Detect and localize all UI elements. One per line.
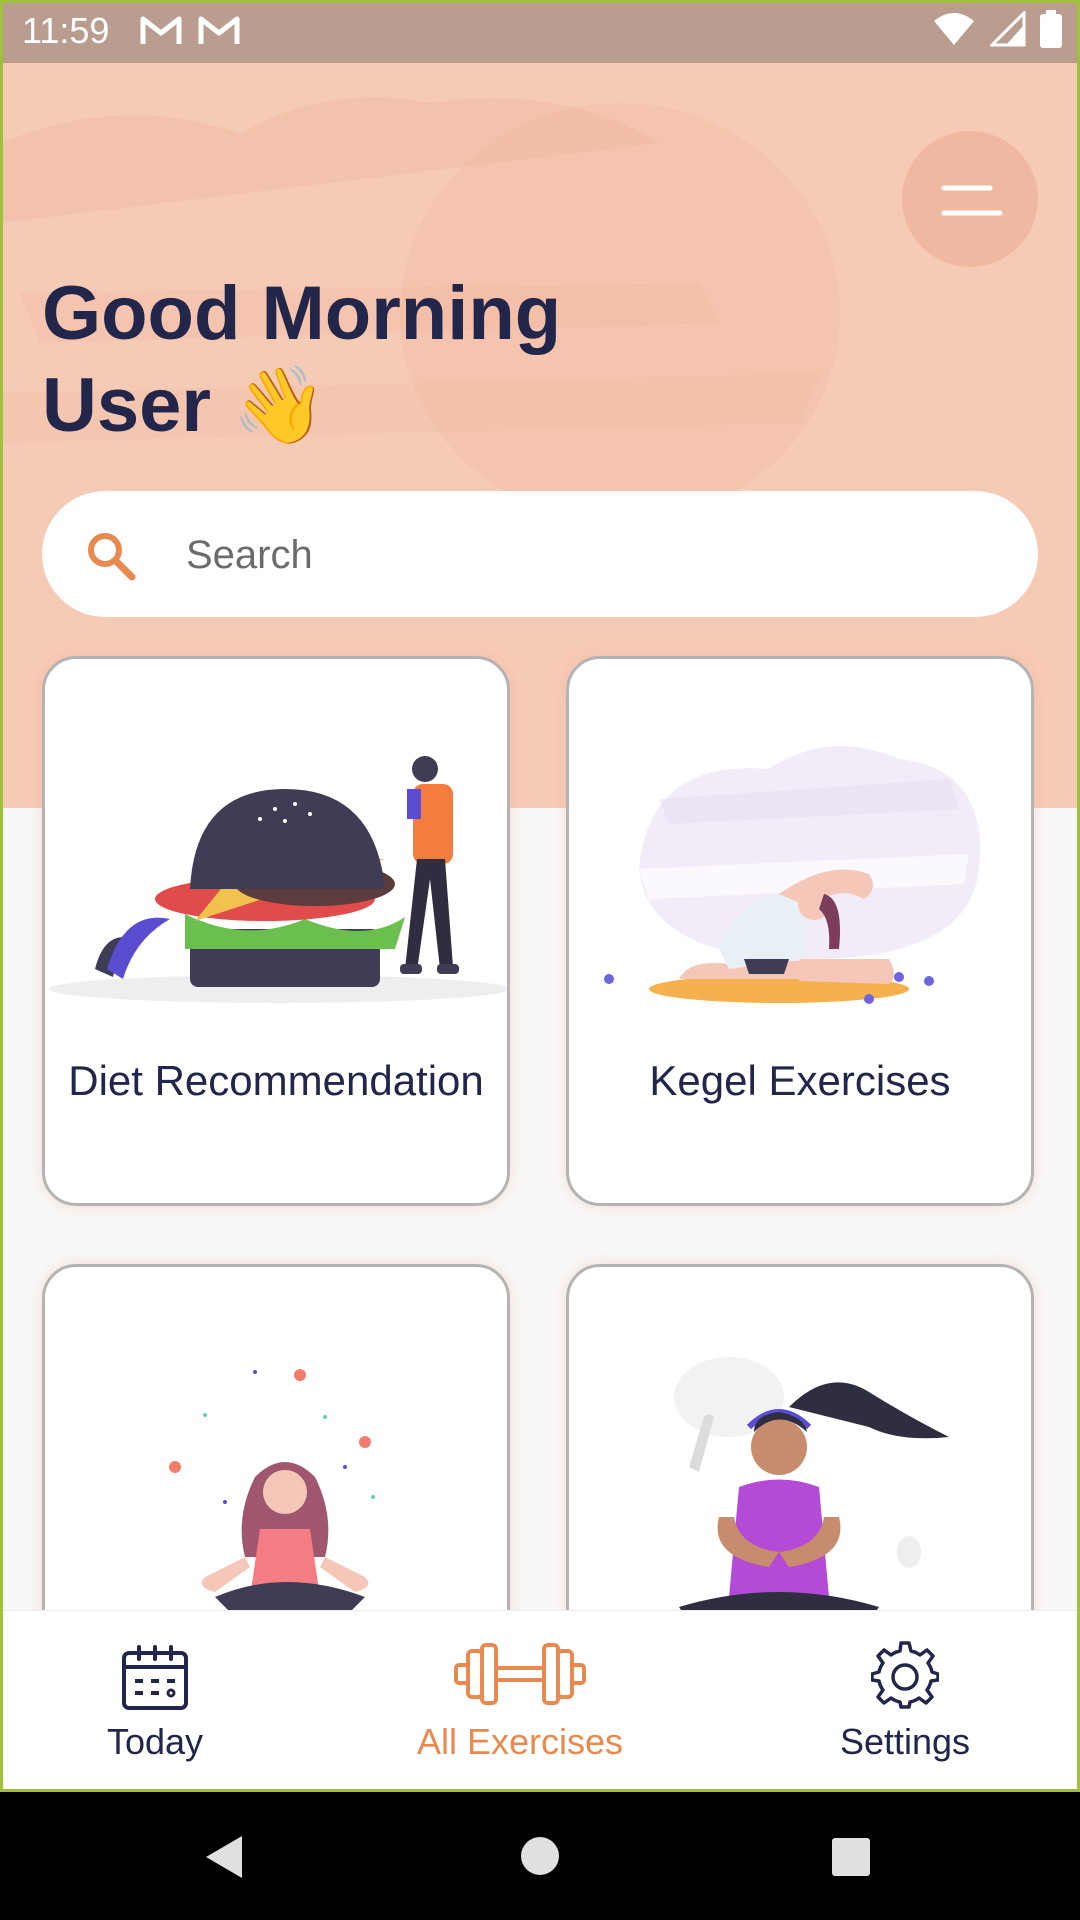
greeting-title: Good Morning User 👋 <box>42 268 561 452</box>
home-icon[interactable] <box>520 1836 560 1876</box>
back-icon[interactable] <box>204 1834 244 1880</box>
card-kegel-exercises[interactable]: Kegel Exercises <box>566 656 1034 1206</box>
nav-label: Settings <box>839 1721 971 1762</box>
nav-label: All Exercises <box>416 1721 624 1762</box>
search-icon <box>88 533 136 581</box>
menu-button[interactable] <box>902 131 1038 267</box>
status-time: 11:59 <box>22 10 110 51</box>
app-screen: 11:59 Good Morning User 👋 Search Diet Re… <box>0 0 1080 1920</box>
gmail-icon <box>140 16 182 44</box>
nav-label: Today <box>106 1721 204 1762</box>
cellular-signal-icon <box>990 11 1026 47</box>
card-diet-recommendation[interactable]: Diet Recommendation <box>42 656 510 1206</box>
nav-item-all-exercises[interactable]: All Exercises <box>390 1611 650 1791</box>
system-navigation-bar <box>0 1792 1080 1920</box>
gear-icon <box>871 1641 939 1709</box>
wifi-icon <box>934 13 974 45</box>
status-bar: 11:59 <box>0 0 1080 63</box>
greeting-line-1: Good Morning <box>42 271 562 356</box>
battery-icon <box>1040 10 1062 48</box>
yoga-stretch-illustration <box>604 746 980 1004</box>
meditation-illustration <box>169 1369 375 1617</box>
bottom-navigation: Today All Exercises Settings <box>0 1610 1080 1791</box>
menu-icon <box>941 185 1003 216</box>
nav-item-settings[interactable]: Settings <box>780 1611 1030 1791</box>
dumbbell-icon <box>454 1643 586 1705</box>
gmail-icon <box>198 16 240 44</box>
prenatal-yoga-illustration <box>674 1357 949 1637</box>
card-label: Kegel Exercises <box>649 1057 951 1104</box>
search-bar[interactable] <box>42 491 1038 617</box>
search-input[interactable] <box>184 521 988 589</box>
card-label: Diet Recommendation <box>68 1057 484 1104</box>
recents-icon[interactable] <box>832 1838 870 1876</box>
nav-item-today[interactable]: Today <box>30 1611 280 1791</box>
burger-illustration <box>49 756 507 1003</box>
calendar-icon <box>122 1645 188 1710</box>
greeting-line-2: User 👋 <box>42 363 327 448</box>
